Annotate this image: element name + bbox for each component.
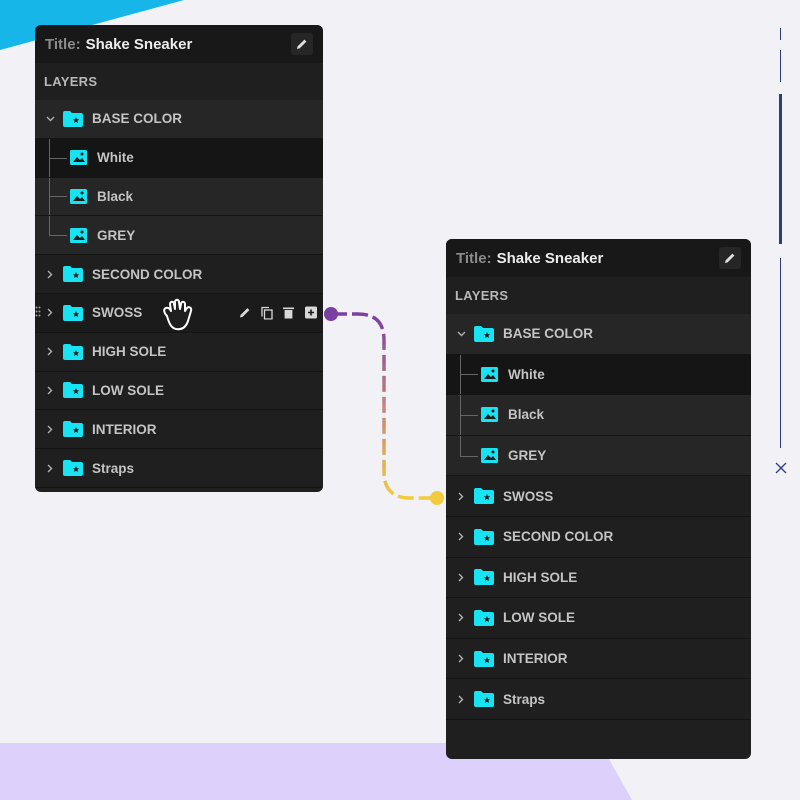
connector-path [331, 312, 437, 500]
scroll-segment [780, 28, 781, 40]
grab-hand-icon [158, 296, 198, 339]
scroll-segment [780, 50, 781, 82]
close-icon[interactable] [774, 461, 788, 475]
move-connector [324, 307, 444, 505]
scroll-thumb[interactable] [779, 94, 782, 244]
connector-start-dot [324, 307, 338, 321]
connector-end-dot [430, 491, 444, 505]
scroll-segment [780, 258, 781, 448]
